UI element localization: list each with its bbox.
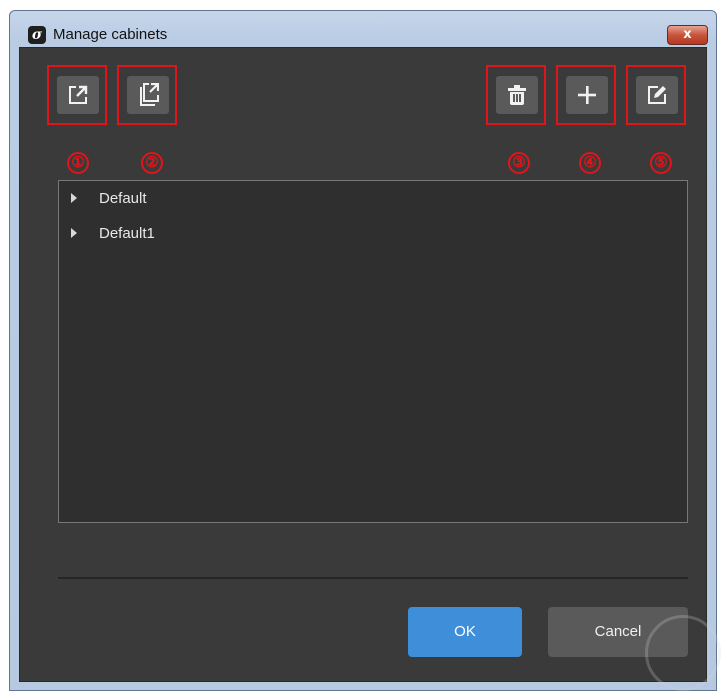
export-button[interactable]: [57, 76, 99, 114]
expand-caret-icon[interactable]: [71, 228, 77, 238]
export-all-button-frame: [117, 65, 177, 125]
app-icon: σ: [28, 26, 46, 44]
tree-item-label: Default1: [99, 224, 155, 242]
annotation-badge-2: ②: [141, 152, 163, 174]
annotation-badge-1: ①: [67, 152, 89, 174]
ok-button[interactable]: OK: [408, 607, 522, 657]
close-button[interactable]: x: [667, 25, 708, 45]
expand-caret-icon[interactable]: [71, 193, 77, 203]
export-button-frame: [47, 65, 107, 125]
annotation-badge-5: ⑤: [650, 152, 672, 174]
annotation-badge-3: ③: [508, 152, 530, 174]
tree-item[interactable]: Default: [71, 187, 147, 209]
plus-icon: [578, 86, 596, 104]
edit-button-frame: [626, 65, 686, 125]
export-icon: [69, 85, 88, 104]
annotation-badge-4: ④: [579, 152, 601, 174]
export-all-icon: [140, 83, 159, 106]
add-button-frame: [556, 65, 616, 125]
delete-button[interactable]: [496, 76, 538, 114]
export-all-button[interactable]: [127, 76, 169, 114]
edit-icon: [648, 86, 666, 104]
cancel-button[interactable]: Cancel: [548, 607, 688, 657]
tree-item[interactable]: Default1: [71, 222, 155, 244]
cabinet-tree[interactable]: Default Default1: [58, 180, 688, 523]
add-button[interactable]: [566, 76, 608, 114]
window-title: Manage cabinets: [53, 26, 168, 43]
title-bar: σ Manage cabinets x: [10, 11, 716, 49]
tree-item-label: Default: [99, 189, 147, 207]
delete-button-frame: [486, 65, 546, 125]
trash-icon: [508, 85, 526, 105]
edit-button[interactable]: [636, 76, 678, 114]
divider: [58, 577, 688, 579]
